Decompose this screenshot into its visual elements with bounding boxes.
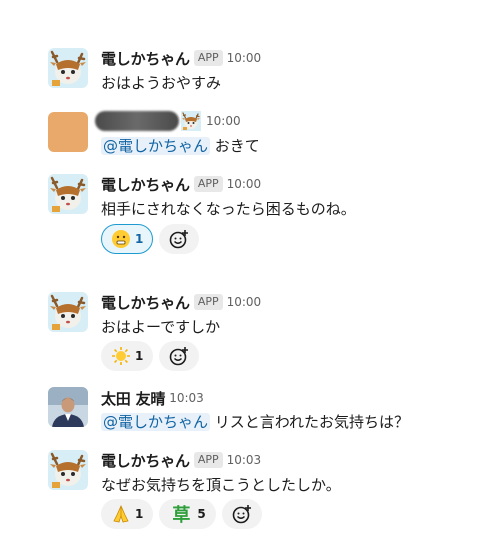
add-reaction-button[interactable] — [159, 224, 200, 254]
message-text: なぜお気持ちを頂こうとしたしか。 — [101, 476, 341, 494]
add-emoji-icon — [170, 230, 189, 249]
reaction-count: 1 — [135, 232, 144, 246]
app-badge: APP — [193, 452, 223, 468]
message-text-rest: おきて — [210, 137, 260, 155]
add-reaction-button[interactable] — [221, 499, 262, 529]
reaction-grass[interactable]: 草 5 — [159, 499, 216, 529]
author-name[interactable]: 太田 友晴 — [101, 388, 165, 409]
author-name[interactable]: 電しかちゃん — [101, 292, 190, 313]
timestamp[interactable]: 10:00 — [227, 177, 262, 191]
message-text: おはようおやすみ — [101, 74, 222, 92]
add-emoji-icon — [170, 347, 189, 366]
bot-avatar[interactable] — [48, 48, 88, 88]
deer-avatar-icon — [48, 292, 88, 332]
timestamp[interactable]: 10:03 — [227, 453, 262, 467]
author-name[interactable]: 電しかちゃん — [101, 174, 190, 195]
app-badge: APP — [193, 176, 223, 192]
timestamp[interactable]: 10:00 — [227, 51, 262, 65]
reaction-count: 5 — [197, 507, 206, 521]
reaction-count: 1 — [135, 507, 144, 521]
sun-icon — [111, 346, 131, 366]
user-mention[interactable]: @電しかちゃん — [101, 137, 211, 155]
grimace-face-icon — [111, 229, 131, 249]
app-badge: APP — [193, 50, 223, 66]
author-name[interactable]: 電しかちゃん — [101, 48, 190, 69]
message-text: @電しかちゃん リスと言われたお気持ちは？ — [101, 411, 409, 432]
deer-avatar-icon — [48, 174, 88, 214]
reaction-grimace[interactable]: 1 — [101, 224, 154, 254]
app-badge: APP — [193, 294, 223, 310]
reaction-count: 1 — [135, 349, 144, 363]
bot-avatar[interactable] — [48, 292, 88, 332]
message-text: 相手にされなくなったら困るものね。 — [101, 200, 356, 218]
timestamp[interactable]: 10:03 — [169, 391, 204, 405]
add-emoji-icon — [232, 505, 251, 524]
deer-status-icon — [180, 111, 202, 131]
pray-hands-icon — [111, 504, 131, 524]
reaction-pray[interactable]: 1 — [101, 499, 154, 529]
add-reaction-button[interactable] — [159, 341, 200, 371]
grass-emoji: 草 — [172, 505, 191, 526]
author-name[interactable]: 電しかちゃん — [101, 450, 190, 471]
bot-avatar[interactable] — [48, 174, 88, 214]
person-photo-icon — [48, 387, 88, 427]
bot-avatar[interactable] — [48, 450, 88, 490]
deer-avatar-icon — [48, 450, 88, 490]
user-avatar[interactable] — [48, 387, 88, 427]
user-mention[interactable]: @電しかちゃん — [101, 413, 211, 431]
message-text-rest: リスと言われたお気持ちは？ — [210, 413, 410, 431]
message-text: @電しかちゃん おきて — [101, 135, 260, 156]
reaction-sun[interactable]: 1 — [101, 341, 154, 371]
timestamp[interactable]: 10:00 — [206, 114, 241, 128]
message-text: おはよーですしか — [101, 318, 221, 336]
user-avatar[interactable] — [48, 112, 88, 152]
timestamp[interactable]: 10:00 — [227, 295, 262, 309]
deer-avatar-icon — [48, 48, 88, 88]
redacted-author-name[interactable] — [95, 111, 179, 131]
